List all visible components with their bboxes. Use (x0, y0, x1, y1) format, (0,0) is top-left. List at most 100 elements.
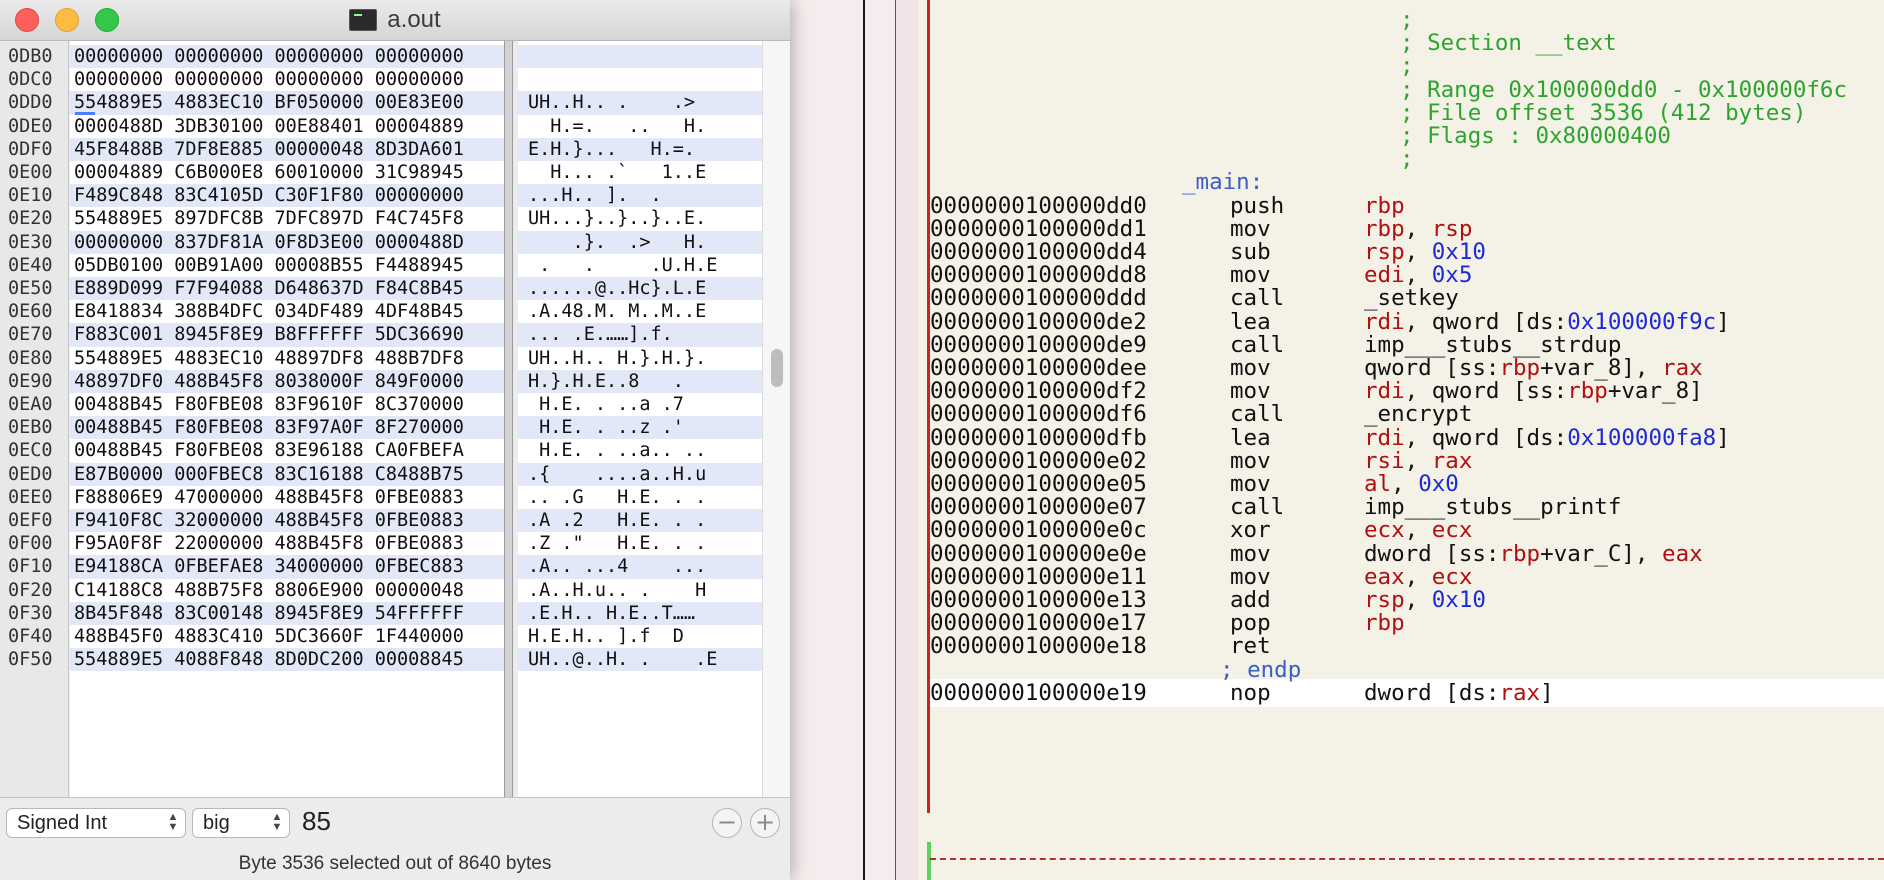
instruction-line-selected[interactable]: 0000000100000e19 nop dword [ds:rax] (930, 679, 1884, 707)
ascii-row[interactable]: H.E. . ..a.. .. (518, 439, 762, 462)
offset-cell: 0EA0 (8, 394, 53, 415)
hex-row[interactable]: E889D099 F7F94088 D648637D F84C8B45 (70, 277, 504, 301)
offset-cell: 0E10 (8, 185, 53, 207)
ascii-row[interactable]: E.H.}... H.=. (518, 137, 762, 161)
gutter (790, 0, 863, 880)
ascii-row[interactable]: H.}.H.E..8 . (518, 369, 762, 393)
ascii-row[interactable]: H.E. . ..a .7 (518, 393, 762, 416)
gutter (865, 0, 895, 880)
hex-view[interactable]: 0DB0 0DC0 0DD0 0DE0 0DF0 0E00 0E10 0E20 0E30 0E40… (0, 41, 790, 797)
ascii-row[interactable]: .A .2 H.E. . . (518, 509, 762, 533)
ascii-row[interactable]: .. .G H.E. . . (518, 486, 762, 509)
offset-cell: 0E90 (8, 370, 53, 392)
scrollbar[interactable] (762, 41, 790, 797)
hex-row[interactable]: 488B45F0 4883C410 5DC3660F 1F440000 (70, 625, 504, 648)
ascii-row[interactable] (518, 68, 762, 91)
hex-row[interactable]: 00488B45 F80FBE08 83F97A0F 8F270000 (70, 416, 504, 440)
hex-row[interactable]: 00488B45 F80FBE08 83F9610F 8C370000 (70, 393, 504, 416)
hex-row[interactable]: 554889E5 4088F848 8D0DC200 00008845 (70, 648, 504, 672)
hex-row[interactable]: 0000488D 3DB30100 00E88401 00004889 (70, 115, 504, 138)
hex-row[interactable]: 554889E5 4883EC10 48897DF8 488B7DF8 (70, 347, 504, 370)
offset-cell: 0E00 (8, 162, 53, 183)
ascii-column[interactable]: UH..H.. . .> H.=. .. H. E.H.}... H.=. H..… (518, 41, 762, 797)
offset-cell: 0E50 (8, 278, 53, 299)
selection-cursor (75, 111, 95, 115)
ascii-row[interactable] (518, 45, 762, 69)
ascii-row[interactable]: .}. .> H. (518, 230, 762, 254)
hex-row[interactable]: 00000000 00000000 00000000 00000000 (70, 68, 504, 91)
endian-popup[interactable]: big ▲ ▼ (192, 808, 290, 838)
ascii-row[interactable]: ... .E.……].f. (518, 323, 762, 347)
offset-cell: 0F40 (8, 626, 53, 647)
ascii-row[interactable]: H.=. .. H. (518, 115, 762, 138)
ascii-row[interactable]: .A.. ...4 ... (518, 555, 762, 579)
offset-cell: 0E20 (8, 208, 53, 230)
ascii-row[interactable]: ...H.. ]. . (518, 184, 762, 208)
ascii-row[interactable]: .Z ." H.E. . . (518, 532, 762, 555)
hex-row[interactable]: 48897DF0 488B45F8 8038000F 849F0000 (70, 369, 504, 393)
offset-cell: 0EC0 (8, 440, 53, 462)
hex-row[interactable]: 8B45F848 83C00148 8945F8E9 54FFFFFF (70, 601, 504, 625)
register: rax (1499, 679, 1541, 706)
hex-row[interactable]: F95A0F8F 22000000 488B45F8 0FBE0883 (70, 532, 504, 555)
scroll-thumb[interactable] (771, 349, 783, 387)
ascii-row[interactable]: H.E.H.. ].f D (518, 625, 762, 648)
code-listing[interactable]: ;; Section __text;; Range 0x100000dd0 - … (930, 0, 1884, 880)
remove-inspector-button[interactable]: − (712, 808, 742, 838)
hex-row[interactable]: 00488B45 F80FBE08 83E96188 CA0FBEFA (70, 439, 504, 462)
gutter (896, 0, 918, 880)
column-divider[interactable] (504, 41, 513, 797)
ascii-row[interactable]: ......@..Hc}.L.E (518, 277, 762, 301)
hex-row[interactable]: 554889E5 4883EC10 BF050000 00E83E00 (70, 91, 504, 115)
terminal-icon (349, 9, 378, 31)
hex-row[interactable]: E94188CA 0FBEFAE8 34000000 0FBEC883 (70, 555, 504, 579)
ascii-row[interactable]: UH..H.. . .> (518, 91, 762, 115)
ascii-row[interactable]: .A..H.u.. . H (518, 579, 762, 602)
hex-row[interactable]: F489C848 83C4105D C30F1F80 00000000 (70, 184, 504, 208)
offset-cell: 0EB0 (8, 417, 53, 439)
hex-row[interactable]: 00004889 C6B000E8 60010000 31C98945 (70, 161, 504, 184)
offset-cell: 0E30 (8, 231, 53, 253)
offset-column: 0DB0 0DC0 0DD0 0DE0 0DF0 0E00 0E10 0E20 0E30 0E40… (0, 41, 69, 797)
offset-cell: 0EE0 (8, 486, 53, 508)
ascii-row[interactable]: .A.48.M. M..M..E (518, 300, 762, 323)
hex-row[interactable]: C14188C8 488B75F8 8806E900 00000048 (70, 579, 504, 602)
title-wrap: a.out (0, 0, 790, 40)
operand-text: dword [ds: (1364, 679, 1500, 706)
offset-cell: 0DC0 (8, 69, 53, 91)
offset-cell: 0DE0 (8, 115, 53, 137)
hex-row[interactable]: 00000000 837DF81A 0F8D3E00 0000488D (70, 230, 504, 254)
inspector-value[interactable]: 85 (302, 806, 331, 837)
offset-cell: 0F00 (8, 533, 53, 555)
offset-cell: 0E60 (8, 301, 53, 323)
ascii-row[interactable]: .{ ....a..H.u (518, 462, 762, 486)
disassembly-pane[interactable]: ;; Section __text;; Range 0x100000dd0 - … (790, 0, 1884, 880)
ascii-row[interactable]: UH...}..}..}..E. (518, 207, 762, 230)
offset-cell: 0DB0 (8, 46, 53, 67)
offset-cell: 0E80 (8, 347, 53, 369)
hex-row[interactable]: 554889E5 897DFC8B 7DFC897D F4C745F8 (70, 207, 504, 230)
hex-row[interactable]: 05DB0100 00B91A00 00008B55 F4488945 (70, 254, 504, 277)
hex-row[interactable]: E87B0000 000FBEC8 83C16188 C8488B75 (70, 462, 504, 486)
ascii-row[interactable]: . . .U.H.E (518, 254, 762, 277)
title-bar[interactable]: a.out (0, 0, 790, 41)
offset-cell: 0E70 (8, 324, 53, 346)
offset-cell: 0ED0 (8, 463, 53, 485)
ascii-row[interactable]: H... .` 1..E (518, 161, 762, 184)
hex-row[interactable]: F9410F8C 32000000 488B45F8 0FBE0883 (70, 509, 504, 533)
type-popup[interactable]: Signed Int ▲ ▼ (6, 808, 186, 838)
offset-cell: 0EF0 (8, 510, 53, 531)
hex-row[interactable]: 45F8488B 7DF8E885 00000048 8D3DA601 (70, 137, 504, 161)
ascii-row[interactable]: UH..@..H. . .E (518, 648, 762, 672)
offset-cell: 0F30 (8, 602, 53, 624)
add-inspector-button[interactable]: + (750, 808, 780, 838)
ascii-row[interactable]: H.E. . ..z .' (518, 416, 762, 440)
hex-row[interactable]: E8418834 388B4DFC 034DF489 4DF48B45 (70, 300, 504, 323)
hex-row[interactable]: F883C001 8945F8E9 B8FFFFFF 5DC36690 (70, 323, 504, 347)
hex-column[interactable]: 00000000 00000000 00000000 00000000 00000… (70, 41, 504, 797)
hex-row[interactable]: 00000000 00000000 00000000 00000000 (70, 45, 504, 69)
hex-row[interactable]: F88806E9 47000000 488B45F8 0FBE0883 (70, 486, 504, 509)
ascii-row[interactable]: .E.H.. H.E..T…… (518, 601, 762, 625)
updown-chevron-icon: ▲ ▼ (271, 811, 283, 833)
ascii-row[interactable]: UH..H.. H.}.H.}. (518, 347, 762, 370)
